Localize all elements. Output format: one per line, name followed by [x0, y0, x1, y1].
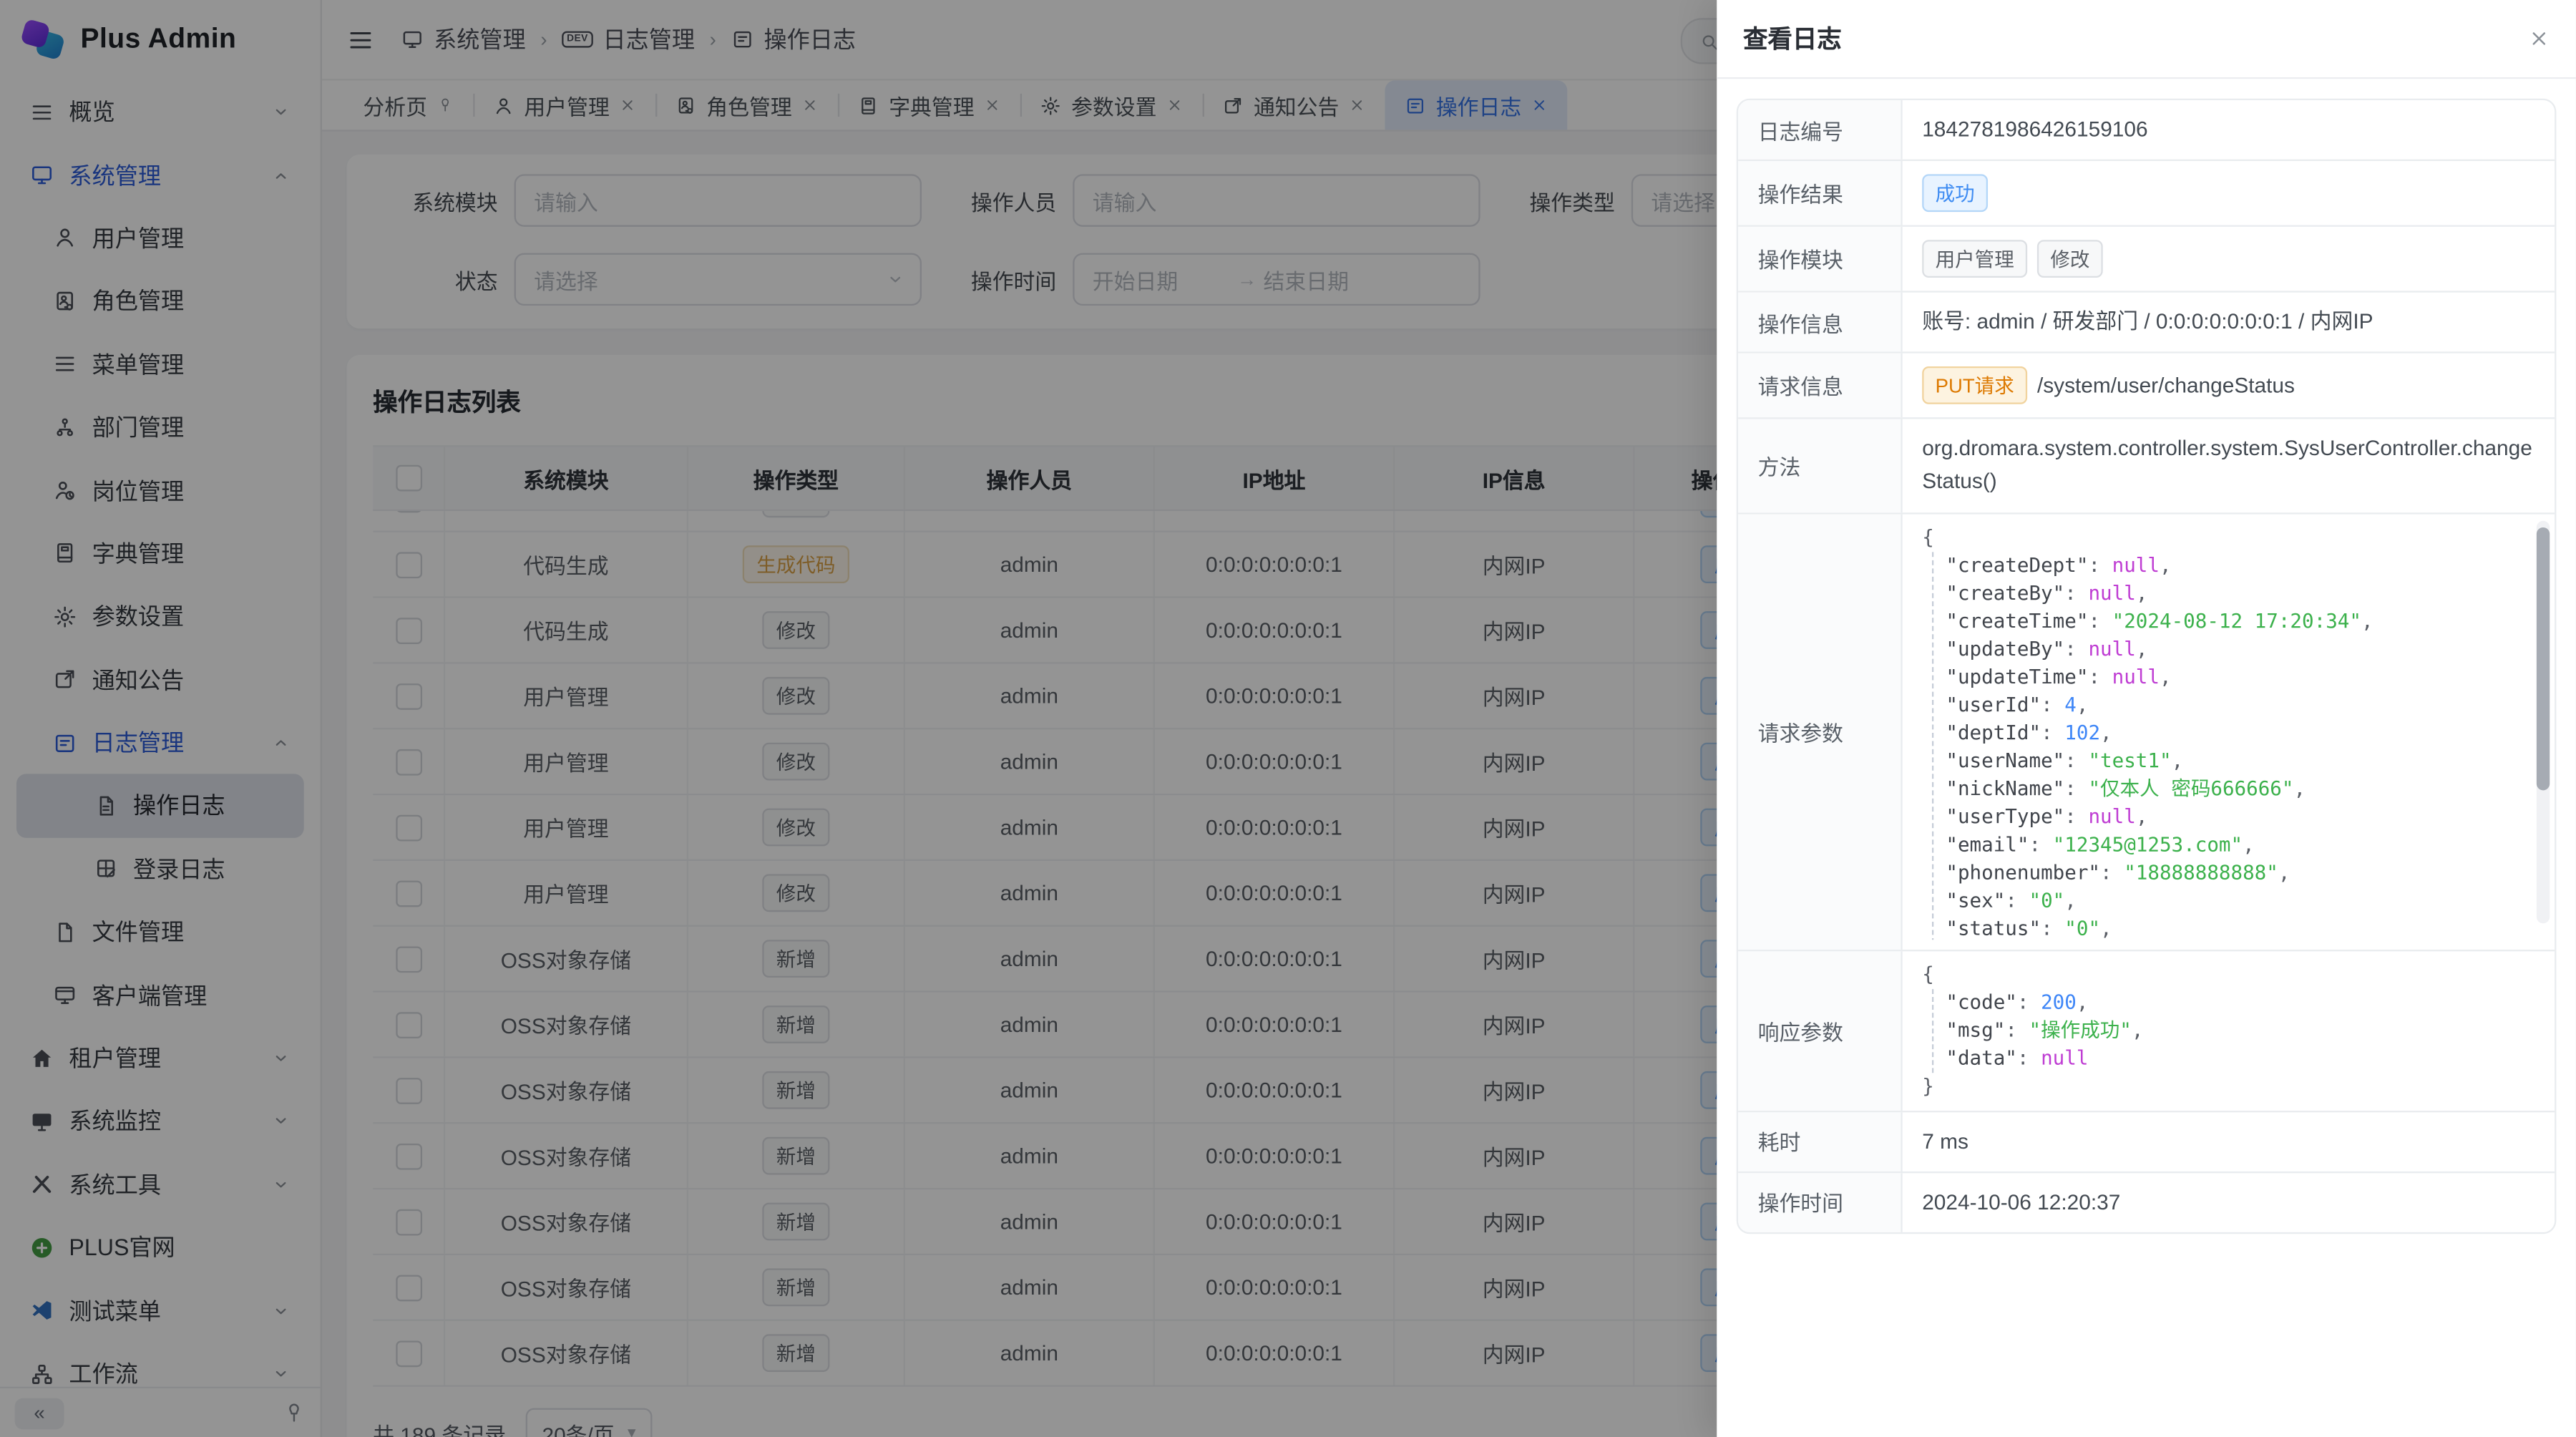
- detail-value: 用户管理修改: [1903, 227, 2555, 291]
- app-window: Plus Admin 概览系统管理用户管理角色管理菜单管理部门管理岗位管理字典管…: [0, 0, 2576, 1437]
- detail-label: 请求参数: [1738, 514, 1903, 949]
- detail-row: 操作结果成功: [1738, 161, 2555, 227]
- drawer-header: 查看日志: [1717, 0, 2576, 79]
- detail-value: 1842781986426159106: [1903, 100, 2555, 160]
- detail-label: 响应参数: [1738, 950, 1903, 1110]
- detail-tag: 用户管理: [1922, 240, 2027, 278]
- detail-row: 方法org.dromara.system.controller.system.S…: [1738, 419, 2555, 514]
- detail-value: org.dromara.system.controller.system.Sys…: [1903, 419, 2555, 512]
- detail-label: 操作信息: [1738, 293, 1903, 352]
- detail-value: 2024-10-06 12:20:37: [1903, 1173, 2555, 1232]
- detail-value: { "code": 200, "msg": "操作成功", "data": nu…: [1903, 950, 2555, 1110]
- detail-row: 请求参数{ "createDept": null, "createBy": nu…: [1738, 514, 2555, 951]
- detail-value: 账号: admin / 研发部门 / 0:0:0:0:0:0:0:1 / 内网I…: [1903, 293, 2555, 352]
- detail-row: 操作时间2024-10-06 12:20:37: [1738, 1173, 2555, 1232]
- detail-label: 耗时: [1738, 1111, 1903, 1171]
- detail-row: 耗时7 ms: [1738, 1111, 2555, 1172]
- request-url: /system/user/changeStatus: [2037, 369, 2295, 402]
- indent-guide: [1932, 551, 1933, 939]
- json-code-block[interactable]: { "createDept": null, "createBy": null, …: [1922, 523, 2532, 939]
- detail-value: 成功: [1903, 161, 2555, 225]
- detail-tag: 修改: [2037, 240, 2103, 278]
- detail-label: 日志编号: [1738, 100, 1903, 160]
- detail-label: 操作模块: [1738, 227, 1903, 291]
- detail-label: 方法: [1738, 419, 1903, 512]
- request-method-tag: PUT请求: [1922, 367, 2027, 405]
- detail-label: 操作时间: [1738, 1173, 1903, 1232]
- viewport: Plus Admin 概览系统管理用户管理角色管理菜单管理部门管理岗位管理字典管…: [0, 0, 2576, 1437]
- log-detail-table: 日志编号1842781986426159106操作结果成功操作模块用户管理修改操…: [1737, 99, 2557, 1234]
- detail-label: 操作结果: [1738, 161, 1903, 225]
- detail-tag: 成功: [1922, 175, 1988, 213]
- detail-value: PUT请求/system/user/changeStatus: [1903, 354, 2555, 418]
- detail-row: 响应参数{ "code": 200, "msg": "操作成功", "data"…: [1738, 950, 2555, 1111]
- detail-row: 操作模块用户管理修改: [1738, 227, 2555, 293]
- detail-value: 7 ms: [1903, 1111, 2555, 1171]
- drawer-close-icon[interactable]: [2528, 28, 2550, 49]
- view-log-drawer: 查看日志 日志编号1842781986426159106操作结果成功操作模块用户…: [1717, 0, 2576, 1437]
- drawer-body: 日志编号1842781986426159106操作结果成功操作模块用户管理修改操…: [1717, 79, 2576, 1253]
- detail-row: 日志编号1842781986426159106: [1738, 100, 2555, 161]
- json-code-block: { "code": 200, "msg": "操作成功", "data": nu…: [1922, 960, 2532, 1100]
- detail-row: 请求信息PUT请求/system/user/changeStatus: [1738, 354, 2555, 419]
- detail-value: { "createDept": null, "createBy": null, …: [1903, 514, 2555, 949]
- detail-row: 操作信息账号: admin / 研发部门 / 0:0:0:0:0:0:0:1 /…: [1738, 293, 2555, 354]
- drawer-title: 查看日志: [1743, 21, 1842, 56]
- detail-label: 请求信息: [1738, 354, 1903, 418]
- indent-guide: [1932, 988, 1933, 1072]
- scrollbar-thumb[interactable]: [2537, 527, 2550, 789]
